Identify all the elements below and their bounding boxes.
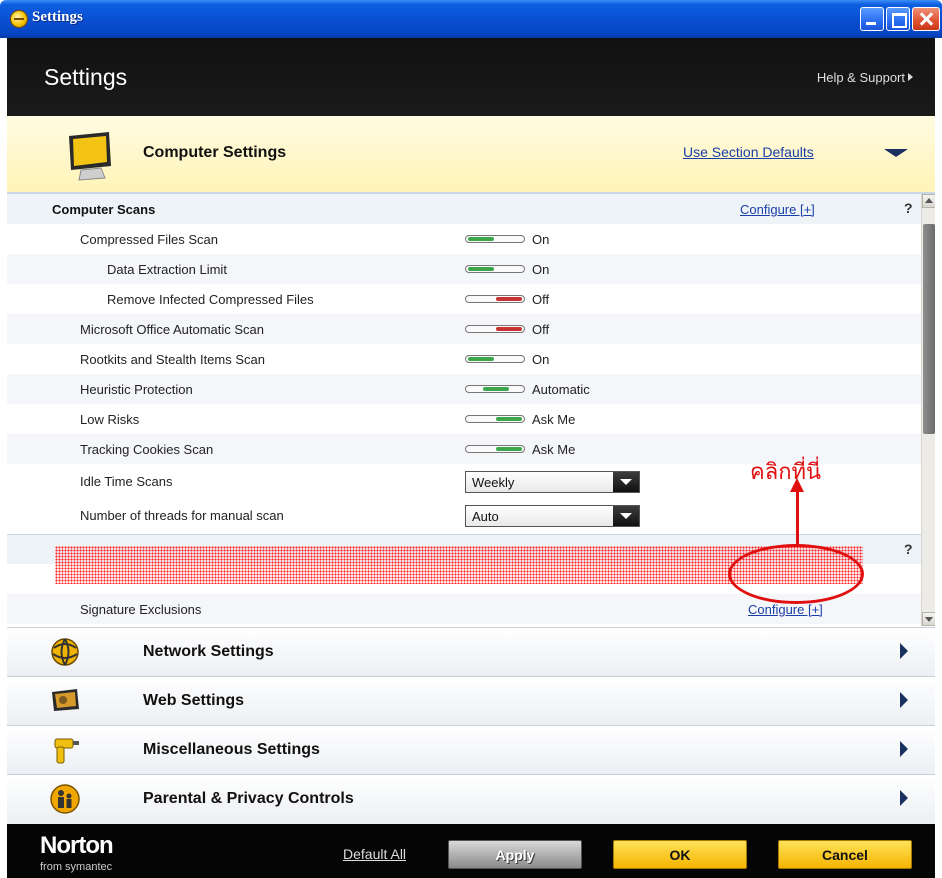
setting-value: On: [532, 262, 550, 277]
section-computer-scans: Computer Scans Configure [+] ?: [7, 194, 921, 224]
family-icon: [50, 784, 80, 814]
setting-row: Compressed Files Scan On: [7, 224, 921, 254]
vertical-scrollbar[interactable]: [921, 194, 935, 626]
setting-value: Off: [532, 292, 550, 307]
setting-label: Idle Time Scans: [80, 474, 173, 489]
chevron-right-icon[interactable]: [900, 692, 908, 708]
setting-value: On: [532, 352, 550, 367]
setting-label: Number of threads for manual scan: [80, 508, 284, 523]
drill-icon: [54, 738, 79, 764]
category-label: Parental & Privacy Controls: [143, 790, 354, 807]
select-value: Weekly: [472, 475, 515, 490]
setting-row: Microsoft Office Automatic Scan Off: [7, 314, 921, 344]
configure-link[interactable]: Configure [+]: [740, 202, 815, 217]
help-support-label: Help & Support: [816, 70, 905, 85]
toggle-slider[interactable]: [465, 295, 525, 303]
setting-label: Signature Exclusions: [80, 602, 202, 617]
chevron-down-icon[interactable]: [613, 506, 639, 526]
arrow-right-icon: [908, 73, 913, 81]
footer-bar: Norton from symantec Default All Apply O…: [7, 824, 935, 878]
setting-value: Ask Me: [532, 412, 576, 427]
norton-logo-subtitle: from symantec: [40, 861, 113, 873]
chevron-right-icon[interactable]: [900, 790, 908, 806]
use-section-defaults-link[interactable]: Use Section Defaults: [683, 144, 814, 160]
category-network-settings[interactable]: Network Settings: [7, 627, 935, 676]
category-label: Web Settings: [143, 692, 245, 709]
minimize-button[interactable]: [860, 7, 884, 31]
toggle-slider[interactable]: [465, 445, 525, 453]
toggle-slider[interactable]: [465, 235, 525, 243]
scroll-down-icon[interactable]: [922, 612, 935, 626]
ok-button[interactable]: OK: [613, 840, 747, 869]
category-web-settings[interactable]: Web Settings: [7, 676, 935, 725]
idle-time-scans-select[interactable]: Weekly: [465, 471, 640, 493]
setting-label: Remove Infected Compressed Files: [107, 292, 314, 307]
cancel-button[interactable]: Cancel: [778, 840, 912, 869]
category-parental-privacy-controls[interactable]: Parental & Privacy Controls: [7, 774, 935, 824]
window-title: Settings: [32, 9, 83, 25]
close-button[interactable]: [912, 7, 940, 31]
section-title: Computer Scans: [52, 202, 156, 217]
setting-label: Rootkits and Stealth Items Scan: [80, 352, 265, 367]
norton-logo: Norton: [40, 832, 114, 859]
toggle-slider[interactable]: [465, 325, 525, 333]
setting-row: Low Risks Ask Me: [7, 404, 921, 434]
globe-network-icon: [51, 638, 79, 666]
chevron-down-icon[interactable]: [613, 472, 639, 492]
maximize-button[interactable]: [886, 7, 910, 31]
category-miscellaneous-settings[interactable]: Miscellaneous Settings: [7, 725, 935, 774]
signature-configure-link[interactable]: Configure [+]: [748, 602, 823, 617]
setting-value: Automatic: [532, 382, 590, 397]
annotation-text: คลิกที่นี่: [750, 460, 822, 485]
annotation-circle: [728, 544, 864, 604]
apply-button[interactable]: Apply: [448, 840, 582, 869]
help-question-icon[interactable]: ?: [904, 200, 913, 216]
annotation-arrow: [796, 488, 799, 546]
page-title: Settings: [44, 64, 128, 90]
computer-settings-title: Computer Settings: [143, 144, 287, 161]
scroll-up-icon[interactable]: [922, 194, 935, 208]
monitor-icon: [69, 132, 111, 181]
toggle-slider[interactable]: [465, 355, 525, 363]
setting-row: Rootkits and Stealth Items Scan On: [7, 344, 921, 374]
threads-select[interactable]: Auto: [465, 505, 640, 527]
window-titlebar[interactable]: Settings: [0, 0, 942, 38]
help-question-icon[interactable]: ?: [904, 541, 913, 557]
setting-label: Low Risks: [80, 412, 140, 427]
chevron-right-icon[interactable]: [900, 643, 908, 659]
setting-label: Heuristic Protection: [80, 382, 193, 397]
select-value: Auto: [472, 509, 499, 524]
toggle-slider[interactable]: [465, 415, 525, 423]
setting-row: Data Extraction Limit On: [7, 254, 921, 284]
category-label: Miscellaneous Settings: [143, 741, 320, 758]
toggle-slider[interactable]: [465, 385, 525, 393]
setting-label: Compressed Files Scan: [80, 232, 218, 247]
app-header: Settings Help & Support: [7, 38, 935, 116]
chevron-right-icon[interactable]: [900, 741, 908, 757]
default-all-link[interactable]: Default All: [343, 846, 406, 862]
setting-value: Ask Me: [532, 442, 576, 457]
setting-row: Heuristic Protection Automatic: [7, 374, 921, 404]
setting-label: Tracking Cookies Scan: [80, 442, 214, 457]
setting-label: Microsoft Office Automatic Scan: [80, 322, 264, 337]
setting-label: Data Extraction Limit: [107, 262, 227, 277]
web-map-icon: [52, 689, 79, 711]
help-support-link[interactable]: Help & Support: [817, 70, 913, 85]
setting-value: Off: [532, 322, 550, 337]
computer-settings-header[interactable]: Computer Settings Use Section Defaults: [7, 116, 935, 194]
scroll-thumb[interactable]: [923, 224, 935, 434]
setting-row: Number of threads for manual scan Auto: [7, 500, 921, 532]
category-label: Network Settings: [143, 643, 274, 660]
setting-row: Remove Infected Compressed Files Off: [7, 284, 921, 314]
norton-app-icon: [10, 10, 28, 28]
collapse-chevron-icon[interactable]: [884, 149, 908, 157]
toggle-slider[interactable]: [465, 265, 525, 273]
setting-value: On: [532, 232, 550, 247]
